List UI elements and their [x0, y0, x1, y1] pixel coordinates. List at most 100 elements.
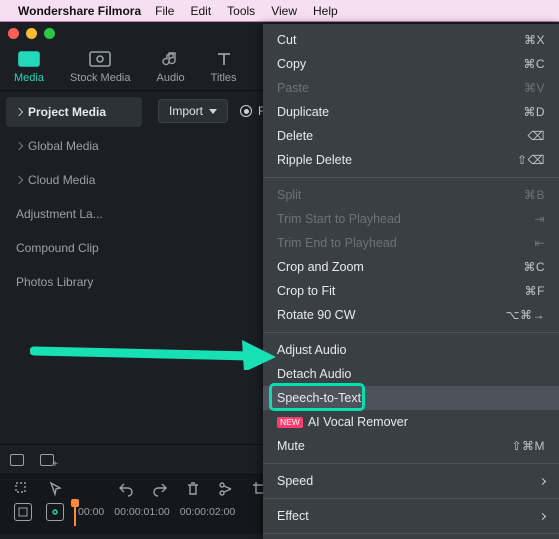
menu-item-speed[interactable]: Speed [263, 469, 559, 493]
media-icon [18, 50, 40, 68]
app-name[interactable]: Wondershare Filmora [18, 4, 141, 18]
sidebar-item-cloud-media[interactable]: Cloud Media [6, 165, 142, 195]
menu-item-mute[interactable]: Mute⇧⌘M [263, 434, 559, 458]
menu-tools[interactable]: Tools [227, 4, 255, 18]
menu-separator [263, 498, 559, 499]
menu-item-delete[interactable]: Delete⌫ [263, 124, 559, 148]
undo-icon[interactable] [118, 481, 134, 497]
chevron-right-icon [15, 108, 23, 116]
menu-item-label: Paste [277, 81, 309, 95]
menu-item-adjust-audio[interactable]: Adjust Audio [263, 338, 559, 362]
menu-item-label: Crop to Fit [277, 284, 335, 298]
close-window-button[interactable] [8, 28, 19, 39]
redo-icon[interactable] [152, 481, 168, 497]
playhead[interactable] [74, 504, 76, 526]
sidebar-item-label: Adjustment La... [16, 207, 103, 221]
sidebar-item-project-media[interactable]: Project Media [6, 97, 142, 127]
menu-item-label: Ripple Delete [277, 153, 352, 167]
menu-item-copy[interactable]: Copy ⌘C [263, 52, 559, 76]
menu-item-label: Copy [277, 57, 306, 71]
pointer-tool-icon[interactable] [48, 481, 64, 497]
menu-item-rotate-90-cw[interactable]: Rotate 90 CW ⌥⌘→ [263, 303, 559, 327]
menu-shortcut: ⌥⌘→ [506, 308, 545, 322]
menu-shortcut: ⌘F [525, 284, 545, 298]
menu-separator [263, 463, 559, 464]
menu-separator [263, 533, 559, 534]
time-mark: 00:00 [78, 506, 104, 518]
menu-file[interactable]: File [155, 4, 174, 18]
sidebar-item-label: Global Media [28, 139, 99, 153]
menu-item-ai-vocal-remover[interactable]: NEWAI Vocal Remover [263, 410, 559, 434]
folder-icon[interactable] [10, 454, 24, 466]
sidebar-item-label: Photos Library [16, 275, 93, 289]
menu-item-label: AI Vocal Remover [308, 415, 408, 429]
menu-item-trim-end-to-playhead: Trim End to Playhead⇤ [263, 231, 559, 255]
menu-item-paste: Paste⌘V [263, 76, 559, 100]
macos-menubar: Wondershare Filmora File Edit Tools View… [0, 0, 559, 22]
menu-view[interactable]: View [271, 4, 297, 18]
context-menu: Cut⌘XCopy⌘CPaste⌘VDuplicate⌘DDelete⌫Ripp… [263, 24, 559, 539]
menu-item-label: Crop and Zoom [277, 260, 364, 274]
menu-item-effect[interactable]: Effect [263, 504, 559, 528]
sidebar-item-label: Project Media [28, 105, 106, 119]
chevron-right-icon [15, 142, 23, 150]
new-folder-icon[interactable] [40, 454, 54, 466]
link-toggle-icon[interactable] [46, 503, 64, 521]
menu-item-label: Mute [277, 439, 305, 453]
chevron-right-icon [539, 477, 546, 484]
menu-shortcut: ⇥ [534, 212, 545, 226]
menu-item-speech-to-text[interactable]: Speech-to-Text [263, 386, 559, 410]
menu-item-duplicate[interactable]: Duplicate⌘D [263, 100, 559, 124]
sidebar-item-label: Cloud Media [28, 173, 95, 187]
menu-item-label: Speech-to-Text [277, 391, 361, 405]
menu-shortcut: ⇤ [534, 236, 545, 250]
maximize-window-button[interactable] [44, 28, 55, 39]
menu-item-label: Effect [277, 509, 309, 523]
menu-item-ripple-delete[interactable]: Ripple Delete⇧⌫ [263, 148, 559, 172]
chevron-down-icon [209, 109, 217, 114]
menu-edit[interactable]: Edit [190, 4, 211, 18]
tab-audio[interactable]: Audio [157, 50, 185, 84]
time-ruler: 00:00 00:00:01:00 00:00:02:00 [78, 506, 235, 518]
minimize-window-button[interactable] [26, 28, 37, 39]
menu-item-label: Adjust Audio [277, 343, 347, 357]
split-icon[interactable] [218, 481, 234, 497]
time-mark: 00:00:01:00 [114, 506, 169, 518]
sidebar-item-adjustment-layer[interactable]: Adjustment La... [6, 199, 142, 229]
sidebar-item-compound-clip[interactable]: Compound Clip [6, 233, 142, 263]
tab-label: Titles [211, 72, 237, 84]
menu-item-detach-audio[interactable]: Detach Audio [263, 362, 559, 386]
tab-label: Stock Media [70, 72, 131, 84]
delete-icon[interactable] [186, 481, 200, 497]
menu-item-cut[interactable]: Cut ⌘X [263, 28, 559, 52]
menu-item-label: Detach Audio [277, 367, 351, 381]
import-button[interactable]: Import [158, 99, 228, 123]
tab-media[interactable]: Media [14, 50, 44, 84]
stock-media-icon [89, 50, 111, 68]
titles-icon [213, 50, 235, 68]
tab-stock-media[interactable]: Stock Media [70, 50, 131, 84]
menu-item-trim-start-to-playhead: Trim Start to Playhead ⇥ [263, 207, 559, 231]
menu-help[interactable]: Help [313, 4, 338, 18]
tab-label: Media [14, 72, 44, 84]
menu-item-label: Speed [277, 474, 313, 488]
import-label: Import [169, 104, 203, 118]
menu-item-label: Rotate 90 CW [277, 308, 356, 322]
sidebar-item-global-media[interactable]: Global Media [6, 131, 142, 161]
menu-item-label: Duplicate [277, 105, 329, 119]
sidebar-item-photos-library[interactable]: Photos Library [6, 267, 142, 297]
menu-item-label: Cut [277, 33, 296, 47]
time-mark: 00:00:02:00 [180, 506, 235, 518]
menu-shortcut: ⌘C [523, 57, 545, 71]
sidebar-item-label: Compound Clip [16, 241, 99, 255]
menu-item-label: Split [277, 188, 301, 202]
selection-tool-icon[interactable] [14, 481, 30, 497]
tab-titles[interactable]: Titles [211, 50, 237, 84]
chevron-right-icon [15, 176, 23, 184]
menu-shortcut: ⌘C [523, 260, 545, 274]
menu-item-crop-to-fit[interactable]: Crop to Fit ⌘F [263, 279, 559, 303]
track-toggle-icon[interactable] [14, 503, 32, 521]
menu-item-crop-and-zoom[interactable]: Crop and Zoom ⌘C [263, 255, 559, 279]
menu-shortcut: ⌘X [524, 33, 545, 47]
menu-item-label: Trim Start to Playhead [277, 212, 401, 226]
